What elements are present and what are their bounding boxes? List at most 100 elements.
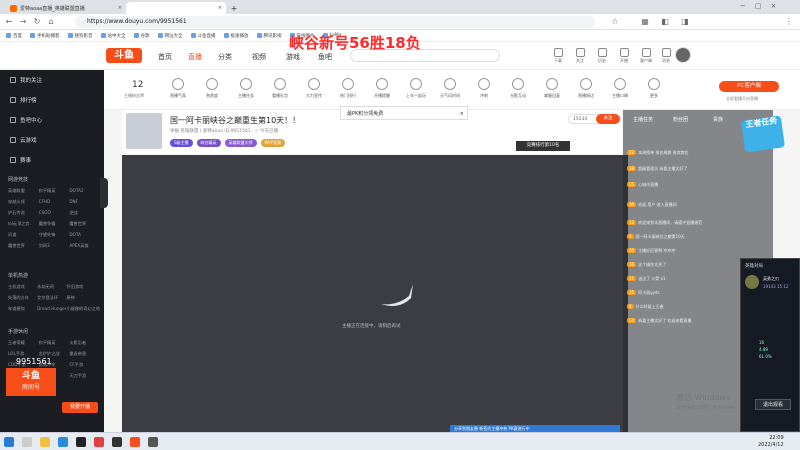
explorer-icon[interactable] [40,437,50,447]
tool-item[interactable]: 热门排行 [332,78,364,99]
search-icon[interactable] [22,437,32,447]
chat-tab[interactable]: 粉丝团 [673,116,688,123]
app-icon[interactable] [94,437,104,447]
category-link[interactable]: 怀旧游戏 [66,284,100,290]
menu-icon[interactable]: ⋮ [784,17,794,27]
home-icon[interactable]: ⌂ [46,17,56,27]
category-link[interactable]: 穿越火线 [8,199,39,205]
category-link[interactable]: 王者荣耀 [8,340,39,346]
app-icon[interactable] [76,437,86,447]
star-icon[interactable]: ☆ [610,17,620,27]
room-tag[interactable]: 峡谷精英 [196,139,221,147]
close-tab-icon[interactable]: × [218,5,222,11]
tool-item[interactable]: 直播气氛 [162,78,194,99]
extension-icon[interactable]: ▦ [640,17,650,27]
exit-watch-button[interactable]: 退出观看 [755,399,791,410]
new-tab-button[interactable]: + [228,2,240,14]
sidebar-collapse-handle[interactable] [100,178,108,208]
nav-games[interactable]: 游戏 [286,52,300,62]
category-link[interactable]: 剑网3 [39,243,70,249]
room-tag[interactable]: MVP竞赛 [260,139,286,147]
category-link[interactable]: 炉石传说 [8,210,39,216]
tool-item[interactable]: 熟悉度 [196,78,228,99]
header-history[interactable]: 历史 [592,48,612,64]
nav-category[interactable]: 分类 [218,52,232,62]
reload-icon[interactable]: ↻ [32,17,42,27]
category-link[interactable]: 魔兽世界 [69,221,100,227]
user-avatar[interactable] [675,47,691,63]
category-link[interactable]: APEX英雄 [69,243,100,249]
close-icon[interactable]: × [460,107,464,121]
category-link[interactable]: lol云顶之弈 [8,221,39,227]
tool-item[interactable]: 更多 [638,78,670,99]
room-tag[interactable]: 英雄联盟大师 [224,139,257,147]
category-link[interactable]: 英雄联盟 [8,188,39,194]
browser-tab-active[interactable]: × [126,2,226,14]
category-link[interactable]: DOTA2 [69,188,100,194]
bookmark-item[interactable]: 网址大全 [157,33,183,39]
sidebar-item-fishbar[interactable]: 鱼吧中心 [10,116,42,124]
extension-icon[interactable]: ◨ [680,17,690,27]
header-download[interactable]: 下载 [548,48,568,64]
url-input[interactable]: https://www.douyu.com/9951561 [75,16,595,28]
sidebar-item-ranking[interactable]: 排行榜 [10,96,37,104]
start-icon[interactable] [4,437,14,447]
window-controls[interactable]: −▢× [740,2,785,10]
tool-item[interactable]: 天气风时间 [434,78,466,99]
close-tab-icon[interactable]: × [118,5,122,11]
sidebar-item-events[interactable]: 赛事 [10,156,31,164]
app-icon[interactable] [148,437,158,447]
sidebar-item-cloudgame[interactable]: 云游戏 [10,136,37,144]
rank-badge[interactable]: 竞赛排行第10名 [516,141,570,151]
category-link[interactable]: CF手游 [69,362,100,368]
forward-arrow-icon[interactable]: → [18,17,28,27]
tool-item[interactable]: 上车一起玩 [400,78,432,99]
header-broadcast[interactable]: 开播 [614,48,634,64]
extension-icon[interactable]: ◧ [660,17,670,27]
tool-item[interactable]: 主播任务 [230,78,262,99]
category-link[interactable]: 永劫无间 [37,284,66,290]
follow-button[interactable]: 关注 [596,114,620,124]
category-link[interactable]: Dread Hunger [37,306,66,312]
tool-item[interactable]: 大力宣传 [298,78,330,99]
category-link[interactable]: 失落的方舟 [8,295,37,301]
back-arrow-icon[interactable]: ← [4,17,14,27]
category-link[interactable]: 守望先锋 [39,232,70,238]
tool-item[interactable]: 开播提醒 [366,78,398,99]
video-player[interactable]: 主播正在连接中，请稍后再试 分享到朋友圈 新签约主播冲刺 PK赛进行中 [122,155,628,433]
category-link[interactable]: 和平精英 [39,188,70,194]
bookmark-item[interactable]: 极速播放 [223,33,249,39]
category-link[interactable]: 逆战 [69,210,100,216]
chat-tab[interactable]: 主播任务 [633,116,653,123]
header-messages[interactable]: 消息 [656,48,676,64]
nav-video[interactable]: 视频 [252,52,266,62]
bookmark-item[interactable]: 手机助播客 [30,33,60,39]
streamer-avatar[interactable] [126,113,162,149]
tool-item[interactable]: 光影互动 [502,78,534,99]
category-link[interactable]: 问道 [8,232,39,238]
nav-live[interactable]: 直播 [188,52,202,62]
bookmark-item[interactable]: 百度 [6,33,22,39]
category-link[interactable]: 和平精英 [39,340,70,346]
header-follow[interactable]: 关注 [570,48,590,64]
nav-home[interactable]: 首页 [158,52,172,62]
category-link[interactable]: 车道模拟 [8,306,37,312]
pc-client-button[interactable]: PC客户端 [719,81,779,92]
category-link[interactable]: 小缇娜的奇幻之地 [66,306,100,312]
room-tag[interactable]: S级主播 [170,139,193,147]
bookmark-item[interactable]: 谷歌 [133,33,150,39]
tool-item[interactable]: 看播礼包 [264,78,296,99]
bookmark-item[interactable]: 搜狗影音 [67,33,93,39]
category-link[interactable]: DOTA [69,232,100,238]
tool-item[interactable]: 直播周边 [570,78,602,99]
category-link[interactable]: 原神 [66,295,100,301]
system-clock[interactable]: 22:09 2022/4/12 [758,435,784,449]
tool-item[interactable]: 主播口碑 [604,78,636,99]
douyu-app-icon[interactable] [130,437,140,447]
browser-icon[interactable] [58,437,68,447]
nav-fishbar[interactable]: 鱼吧 [318,52,332,62]
category-link[interactable]: DNF [69,199,100,205]
bookmark-item[interactable]: 斗鱼直播 [190,33,216,39]
tool-item[interactable]: 冲刺 [468,78,500,99]
category-link[interactable]: 重返帝国 [69,351,100,357]
